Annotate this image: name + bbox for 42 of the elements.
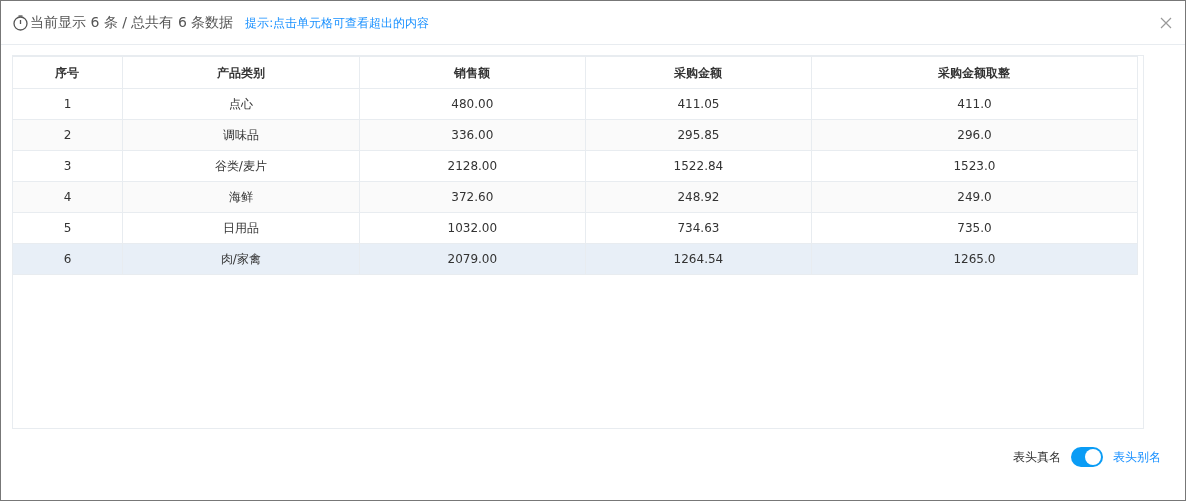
column-header[interactable]: 产品类别 xyxy=(122,56,360,89)
table-cell[interactable]: 735.0 xyxy=(811,212,1138,244)
table-cell[interactable]: 5 xyxy=(13,212,123,244)
table-cell[interactable]: 480.00 xyxy=(359,88,586,120)
column-header[interactable]: 序号 xyxy=(13,56,123,89)
table-cell[interactable]: 734.63 xyxy=(585,212,812,244)
table-cell[interactable]: 411.05 xyxy=(585,88,812,120)
table-cell[interactable]: 1265.0 xyxy=(811,243,1138,275)
table-cell[interactable]: 372.60 xyxy=(359,181,586,213)
table-cell[interactable]: 295.85 xyxy=(585,119,812,151)
table-cell[interactable]: 点心 xyxy=(122,88,360,120)
table-cell[interactable]: 336.00 xyxy=(359,119,586,151)
column-header[interactable]: 销售额 xyxy=(359,56,586,89)
table-cell[interactable]: 海鲜 xyxy=(122,181,360,213)
table-cell[interactable]: 3 xyxy=(13,150,123,182)
table-cell[interactable]: 4 xyxy=(13,181,123,213)
table-cell[interactable]: 296.0 xyxy=(811,119,1138,151)
record-count: 当前显示 6 条 / 总共有 6 条数据 xyxy=(30,13,234,32)
column-header[interactable]: 采购金额 xyxy=(585,56,812,89)
table-cell[interactable]: 1522.84 xyxy=(585,150,812,182)
table-cell[interactable]: 肉/家禽 xyxy=(122,243,360,275)
hint-text: 提示:点击单元格可查看超出的内容 xyxy=(245,14,430,32)
table-cell[interactable]: 411.0 xyxy=(811,88,1138,120)
table-cell[interactable]: 1032.00 xyxy=(359,212,586,244)
toggle-label: 表头别名 xyxy=(1113,449,1161,466)
table-cell[interactable]: 调味品 xyxy=(122,119,360,151)
timer-icon xyxy=(13,14,28,31)
table-cell[interactable]: 日用品 xyxy=(122,212,360,244)
table-cell[interactable]: 2 xyxy=(13,119,123,151)
table-cell[interactable]: 249.0 xyxy=(811,181,1138,213)
table-cell[interactable]: 1523.0 xyxy=(811,150,1138,182)
table-cell[interactable]: 2128.00 xyxy=(359,150,586,182)
table-cell[interactable]: 谷类/麦片 xyxy=(122,150,360,182)
table-cell[interactable]: 6 xyxy=(13,243,123,275)
toggle-label: 表头真名 xyxy=(1013,449,1061,466)
table-cell[interactable]: 2079.00 xyxy=(359,243,586,275)
toggle-switch[interactable] xyxy=(1071,447,1103,467)
table-cell[interactable]: 248.92 xyxy=(585,181,812,213)
table-cell[interactable]: 1 xyxy=(13,88,123,120)
column-header[interactable]: 采购金额取整 xyxy=(811,56,1138,89)
table-cell[interactable]: 1264.54 xyxy=(585,243,812,275)
close-button[interactable] xyxy=(1159,15,1173,30)
